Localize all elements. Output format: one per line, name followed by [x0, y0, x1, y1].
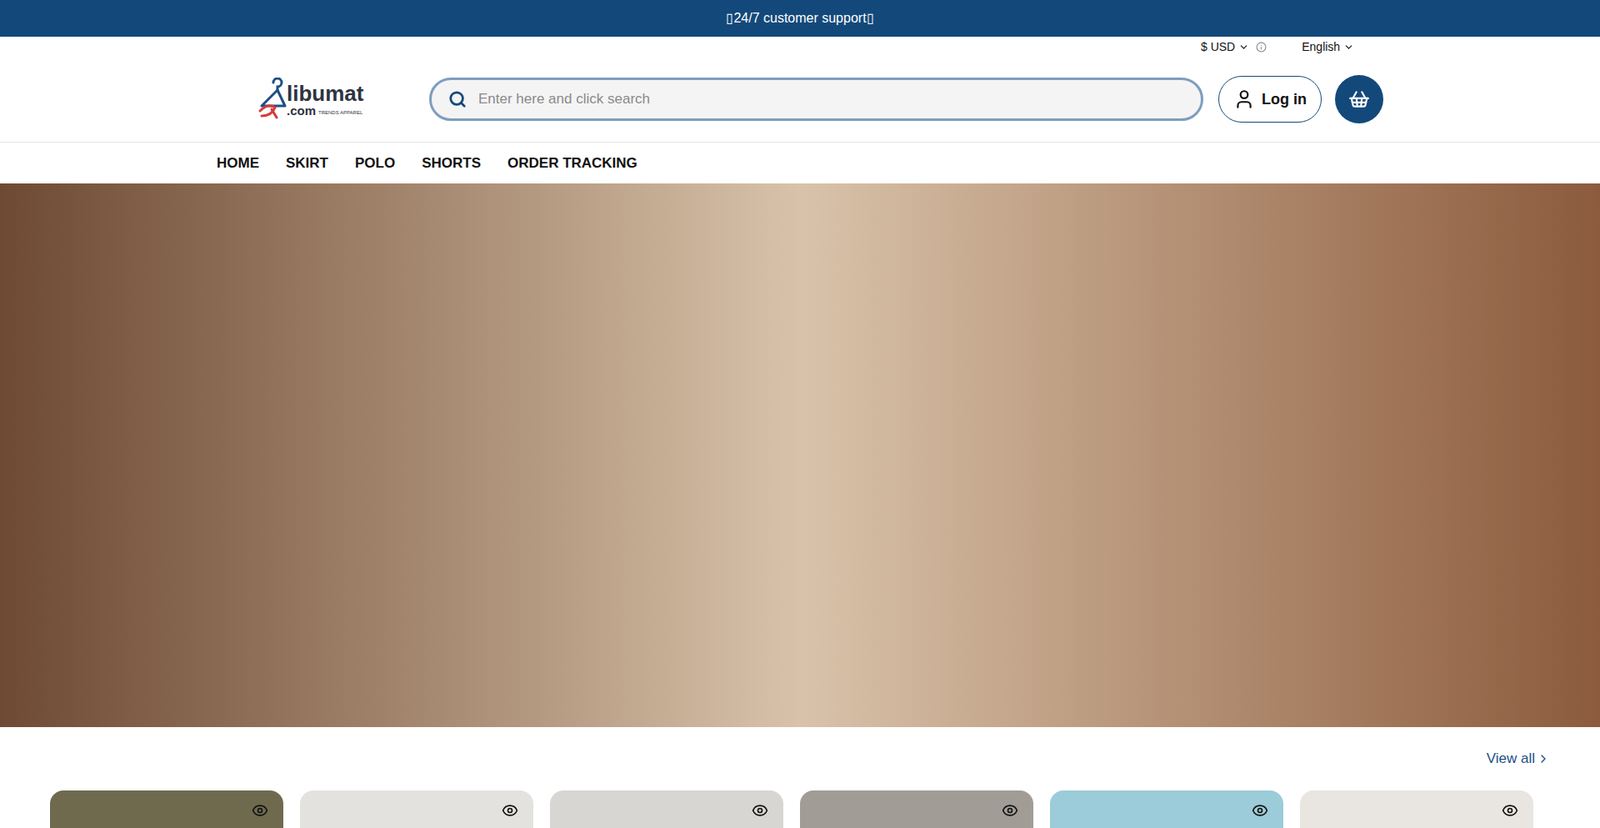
language-selector[interactable]: English	[1301, 38, 1355, 56]
nav-item[interactable]: SHORTS	[421, 152, 481, 175]
announcement-text: ▯24/7 customer support▯	[725, 8, 874, 29]
announcement-bar: ▯24/7 customer support▯	[0, 0, 1600, 37]
search-field[interactable]: Enter here and click search	[429, 77, 1204, 121]
quick-view-eye-icon[interactable]	[751, 801, 769, 819]
main-nav: HOME SKIRT POLO SHORTS ORDER TRACKING	[0, 142, 1600, 184]
logo-hanger-icon	[255, 77, 292, 121]
nav-item[interactable]: ORDER TRACKING	[507, 152, 638, 175]
product-card[interactable]	[800, 790, 1034, 828]
quick-view-eye-icon[interactable]	[1501, 801, 1519, 819]
header: libumat.comTRENDS APPAREL Enter here and …	[0, 56, 1600, 143]
quick-view-eye-icon[interactable]	[1251, 801, 1269, 819]
product-card[interactable]	[550, 790, 784, 828]
product-card[interactable]	[300, 790, 534, 828]
page: ▯24/7 customer support▯$ USDEnglishlibum…	[0, 0, 1600, 828]
info-icon	[1255, 41, 1267, 53]
basket-icon	[1348, 88, 1370, 110]
chevron-right-icon	[1536, 751, 1550, 765]
quick-view-eye-icon[interactable]	[501, 801, 519, 819]
nav-item[interactable]: POLO	[355, 152, 395, 175]
view-all-link[interactable]: View all	[1486, 747, 1550, 770]
user-icon	[1233, 88, 1255, 110]
hero-banner[interactable]	[0, 183, 1600, 727]
utility-bar: $ USD English	[0, 36, 1600, 57]
search-icon	[448, 90, 467, 109]
chevron-down-icon	[1238, 41, 1250, 53]
currency-selector[interactable]: $ USD	[1200, 38, 1267, 56]
nav-item[interactable]: SKIRT	[285, 152, 329, 175]
product-row	[0, 790, 1600, 828]
chevron-down-icon	[1343, 41, 1355, 53]
nav-item[interactable]: HOME	[216, 152, 260, 175]
products-header: View all	[0, 726, 1600, 790]
product-card[interactable]	[1050, 790, 1284, 828]
product-card[interactable]	[50, 790, 284, 828]
login-button[interactable]: Log in	[1218, 75, 1322, 123]
cart-button[interactable]	[1335, 75, 1384, 124]
quick-view-eye-icon[interactable]	[251, 801, 269, 819]
logo[interactable]: libumat.comTRENDS APPAREL	[255, 77, 370, 121]
quick-view-eye-icon[interactable]	[1001, 801, 1019, 819]
product-card[interactable]	[1300, 790, 1534, 828]
